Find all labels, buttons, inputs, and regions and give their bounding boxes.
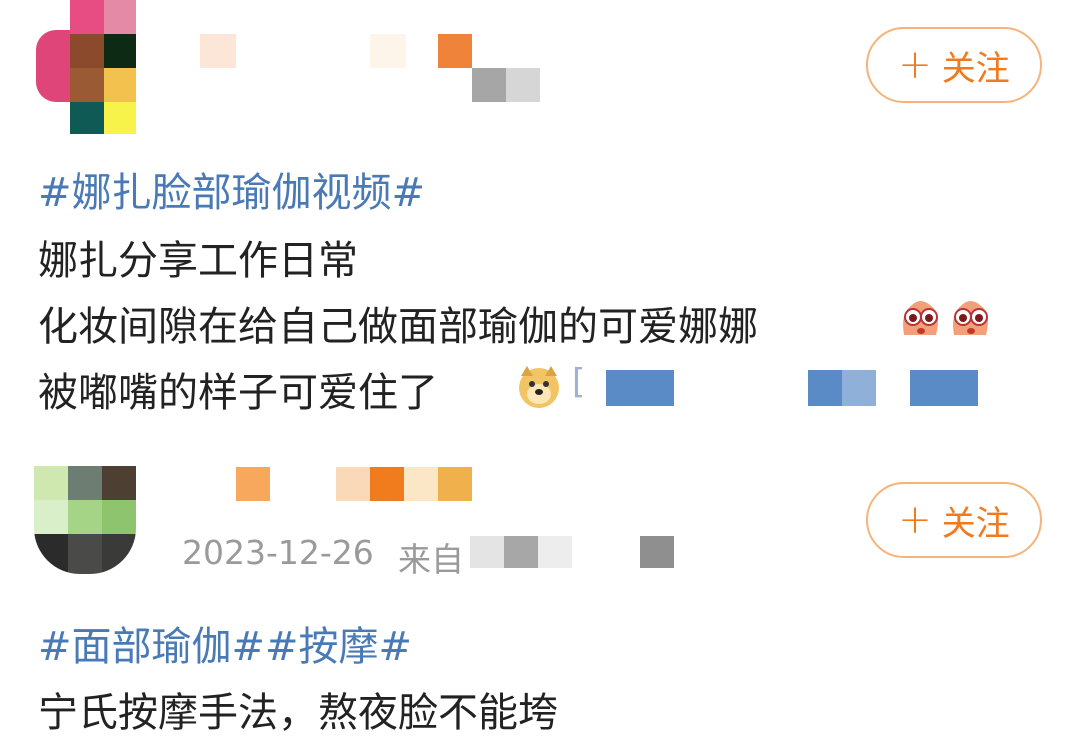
link-bracket: [ <box>572 362 586 402</box>
follow-label: 关注 <box>941 503 1010 544</box>
username-redacted[interactable] <box>236 467 476 501</box>
post-text-line-2: 化妆间隙在给自己做面部瑜伽的可爱娜娜 <box>38 304 758 350</box>
post-text-line-1: 宁氏按摩手法，熬夜脸不能垮 <box>38 690 558 736</box>
doge-face-icon <box>515 362 563 414</box>
plus-icon: + <box>898 42 932 88</box>
video-link-redacted[interactable] <box>606 370 978 406</box>
post-timestamp: 2023-12-26 <box>182 533 374 572</box>
follow-label: 关注 <box>941 48 1010 89</box>
flushed-face-icon <box>896 295 944 347</box>
source-redacted[interactable] <box>470 536 676 568</box>
post-text-line-1: 娜扎分享工作日常 <box>38 238 358 284</box>
flushed-face-icon <box>946 295 994 347</box>
username-redacted[interactable] <box>200 30 545 102</box>
follow-button[interactable]: + 关注 <box>866 27 1042 103</box>
topic-link[interactable]: #娜扎脸部瑜伽视频# <box>38 160 425 218</box>
cutoff-line: 视频 <box>38 415 218 435</box>
source-prefix: 来自 <box>398 540 464 579</box>
follow-button[interactable]: + 关注 <box>866 482 1042 558</box>
topic-link[interactable]: #面部瑜伽##按摩# <box>38 614 412 672</box>
avatar[interactable] <box>34 466 136 574</box>
plus-icon: + <box>898 497 932 543</box>
post-text-line-3: 被嘟嘴的样子可爱住了 <box>38 370 438 416</box>
cutoff-text: 视频 <box>38 429 118 435</box>
avatar[interactable] <box>36 0 136 134</box>
